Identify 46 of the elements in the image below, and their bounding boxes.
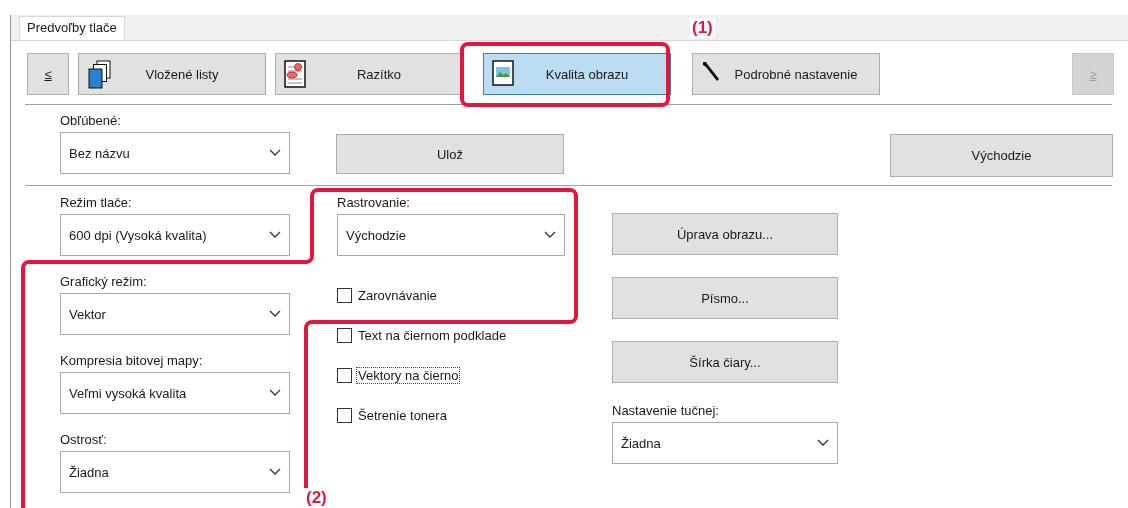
dropdown[interactable]: Žiadna bbox=[60, 451, 290, 493]
chevron-down-icon bbox=[269, 389, 281, 397]
checkbox[interactable] bbox=[337, 327, 352, 343]
callout-label: (2) bbox=[304, 488, 329, 508]
chevron-down-icon bbox=[269, 149, 281, 157]
dialog-button[interactable]: Šírka čiary... bbox=[612, 341, 838, 383]
chevron-down-icon bbox=[269, 468, 281, 476]
dropdown[interactable]: Žiadna bbox=[612, 422, 838, 464]
dropdown[interactable]: Bez názvu bbox=[60, 132, 290, 174]
checkbox-label: Vektory na čierno bbox=[356, 366, 461, 384]
dropdown[interactable]: 600 dpi (Vysoká kvalita) bbox=[60, 214, 290, 256]
checkbox-label: Šetrenie tonera bbox=[357, 406, 448, 424]
nav-tab[interactable]: Vložené listy bbox=[78, 53, 266, 95]
scroll-tab-button[interactable]: ≤ bbox=[27, 53, 69, 95]
checkbox[interactable] bbox=[337, 367, 352, 383]
dialog-button[interactable]: Úprava obrazu... bbox=[612, 213, 838, 255]
dropdown[interactable]: Veľmi vysoká kvalita bbox=[60, 372, 290, 414]
chevron-down-icon bbox=[817, 439, 829, 447]
picture-icon bbox=[492, 60, 514, 86]
field-label: Kompresia bitovej mapy: bbox=[60, 353, 204, 369]
field-label: Grafický režim: bbox=[60, 274, 148, 290]
field-label: Rastrovanie: bbox=[337, 195, 411, 211]
field-label: Obľúbené: bbox=[60, 113, 122, 129]
dropdown[interactable]: Východzie bbox=[337, 214, 565, 256]
save-button[interactable]: Ulož bbox=[336, 134, 564, 174]
dropdown[interactable]: Vektor bbox=[60, 293, 290, 335]
chevron-down-icon bbox=[269, 231, 281, 239]
nav-tab[interactable]: Podrobné nastavenie bbox=[692, 53, 880, 95]
field-label: Režim tlače: bbox=[60, 195, 133, 211]
dialog-button[interactable]: Písmo... bbox=[612, 277, 838, 319]
chevron-down-icon bbox=[544, 231, 556, 239]
nav-tab[interactable]: Kvalita obrazu bbox=[483, 53, 671, 95]
field-label: Ostrosť: bbox=[60, 432, 108, 448]
window-tab[interactable]: Predvoľby tlače bbox=[19, 16, 125, 40]
callout-label: (1) bbox=[690, 18, 715, 38]
stacked-pages-icon bbox=[87, 60, 113, 90]
checkbox[interactable] bbox=[337, 287, 352, 303]
wrench-icon bbox=[701, 60, 721, 82]
checkbox-label: Zarovnávanie bbox=[357, 286, 438, 304]
field-label: Nastavenie tučnej: bbox=[612, 403, 720, 419]
defaults-button[interactable]: Východzie bbox=[890, 134, 1113, 177]
nav-tab[interactable]: Razítko bbox=[275, 53, 463, 95]
checkbox-label: Text na čiernom podklade bbox=[357, 326, 508, 344]
checkbox[interactable] bbox=[337, 407, 352, 423]
chevron-down-icon bbox=[269, 310, 281, 318]
stamp-document-icon bbox=[284, 60, 306, 88]
